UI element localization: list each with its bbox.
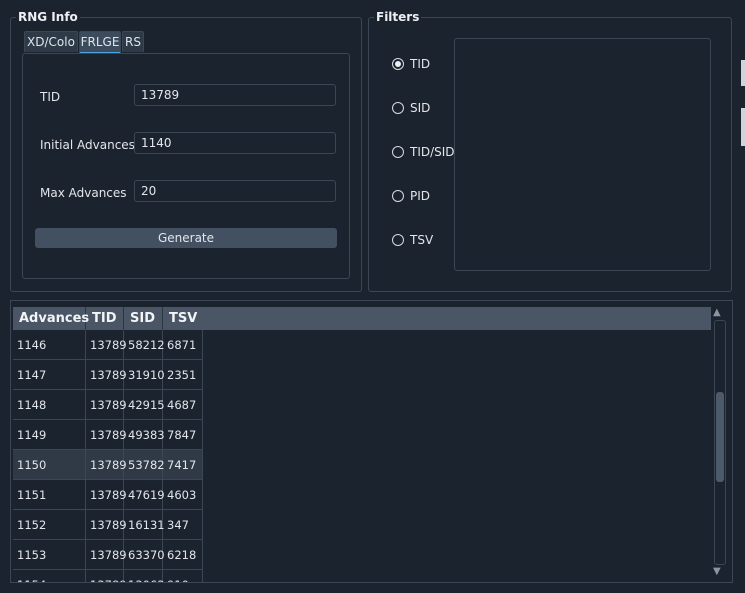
radio-unchecked-icon xyxy=(392,145,404,158)
cell-tid: 13789 xyxy=(86,330,127,360)
table-row[interactable]: 1146 13789 58212 6871 xyxy=(13,330,203,360)
radio-checked-icon xyxy=(392,57,404,70)
max-advances-input[interactable]: 20 xyxy=(134,180,336,202)
filter-radio-label: TID xyxy=(410,57,431,71)
cell-tsv: 6871 xyxy=(163,330,203,360)
cell-advances: 1152 xyxy=(13,510,86,540)
cell-sid: 13063 xyxy=(124,570,165,582)
cell-tsv: 7847 xyxy=(163,420,203,450)
cell-advances: 1147 xyxy=(13,360,86,390)
cell-advances: 1146 xyxy=(13,330,86,360)
column-header-tid[interactable]: TID xyxy=(86,307,124,330)
scroll-down-icon[interactable]: ▼ xyxy=(713,566,721,577)
cell-tsv: 6218 xyxy=(163,540,203,570)
scroll-up-icon[interactable]: ▲ xyxy=(713,307,721,318)
initial-advances-input[interactable]: 1140 xyxy=(134,132,336,154)
column-header-sid[interactable]: SID xyxy=(124,307,163,330)
table-row[interactable]: 1153 13789 63370 6218 xyxy=(13,540,203,570)
filter-radio-label: TSV xyxy=(410,233,434,247)
cell-tsv: 4603 xyxy=(163,480,203,510)
cell-advances: 1148 xyxy=(13,390,86,420)
filter-radio-pid[interactable]: PID xyxy=(392,188,430,204)
filter-radio-label: TID/SID xyxy=(410,145,455,159)
rng-info-title: RNG Info xyxy=(16,10,80,24)
filter-value-box xyxy=(454,38,711,271)
cell-tsv: 4687 xyxy=(163,390,203,420)
filter-radio-tid-sid[interactable]: TID/SID xyxy=(392,144,455,160)
cell-sid: 47619 xyxy=(124,480,165,510)
cell-sid: 49383 xyxy=(124,420,165,450)
max-advances-label: Max Advances xyxy=(40,186,127,200)
tab-rs[interactable]: RS xyxy=(122,31,144,52)
cell-tid: 13789 xyxy=(86,540,127,570)
cell-tid: 13789 xyxy=(86,510,127,540)
cell-advances: 1154 xyxy=(13,570,86,582)
cell-tsv: 7417 xyxy=(163,450,203,480)
window-edge xyxy=(741,108,745,146)
cell-tsv: 347 xyxy=(163,510,203,540)
cell-tid: 13789 xyxy=(86,450,127,480)
cell-sid: 53782 xyxy=(124,450,165,480)
filter-radio-label: PID xyxy=(410,189,431,203)
scrollbar-thumb[interactable] xyxy=(716,392,724,482)
radio-unchecked-icon xyxy=(392,101,404,114)
cell-sid: 63370 xyxy=(124,540,165,570)
table-row[interactable]: 1151 13789 47619 4603 xyxy=(13,480,203,510)
generate-button[interactable]: Generate xyxy=(35,228,337,248)
table-row[interactable]: 11541378913063910 xyxy=(13,570,203,582)
cell-tid: 13789 xyxy=(86,570,127,582)
cell-tsv: 2351 xyxy=(163,360,203,390)
initial-advances-label: Initial Advances xyxy=(40,138,135,152)
tab-xd-colo[interactable]: XD/Colo xyxy=(24,31,78,52)
cell-sid: 42915 xyxy=(124,390,165,420)
table-row[interactable]: 1150 13789 53782 7417 xyxy=(13,450,203,480)
window-edge xyxy=(741,60,745,86)
table-row[interactable]: 1149 13789 49383 7847 xyxy=(13,420,203,450)
filters-title: Filters xyxy=(374,10,422,24)
table-row[interactable]: 1147 13789 31910 2351 xyxy=(13,360,203,390)
radio-unchecked-icon xyxy=(392,189,404,202)
cell-tid: 13789 xyxy=(86,480,127,510)
tid-input[interactable]: 13789 xyxy=(134,84,336,106)
filter-radio-label: SID xyxy=(410,101,431,115)
filter-radio-sid[interactable]: SID xyxy=(392,100,430,116)
cell-advances: 1153 xyxy=(13,540,86,570)
filter-radio-tsv[interactable]: TSV xyxy=(392,232,433,248)
radio-unchecked-icon xyxy=(392,233,404,246)
cell-tid: 13789 xyxy=(86,390,127,420)
cell-tsv: 910 xyxy=(163,570,203,582)
cell-advances: 1150 xyxy=(13,450,86,480)
cell-tid: 13789 xyxy=(86,360,127,390)
column-header-tsv[interactable]: TSV xyxy=(163,307,202,330)
cell-advances: 1149 xyxy=(13,420,86,450)
table-row[interactable]: 1148 13789 42915 4687 xyxy=(13,390,203,420)
cell-sid: 58212 xyxy=(124,330,165,360)
cell-sid: 31910 xyxy=(124,360,165,390)
cell-sid: 16131 xyxy=(124,510,165,540)
cell-tid: 13789 xyxy=(86,420,127,450)
tab-frlge[interactable]: FRLGE xyxy=(79,31,121,54)
filter-radio-tid[interactable]: TID xyxy=(392,56,430,72)
column-header-advances[interactable]: Advances xyxy=(13,307,89,330)
results-table: Advances TID SID TSV 1146 13789 58212 6871 1… xyxy=(10,300,733,583)
table-row[interactable]: 1152 13789 16131 347 xyxy=(13,510,203,540)
tid-label: TID xyxy=(40,90,61,104)
cell-advances: 1151 xyxy=(13,480,86,510)
